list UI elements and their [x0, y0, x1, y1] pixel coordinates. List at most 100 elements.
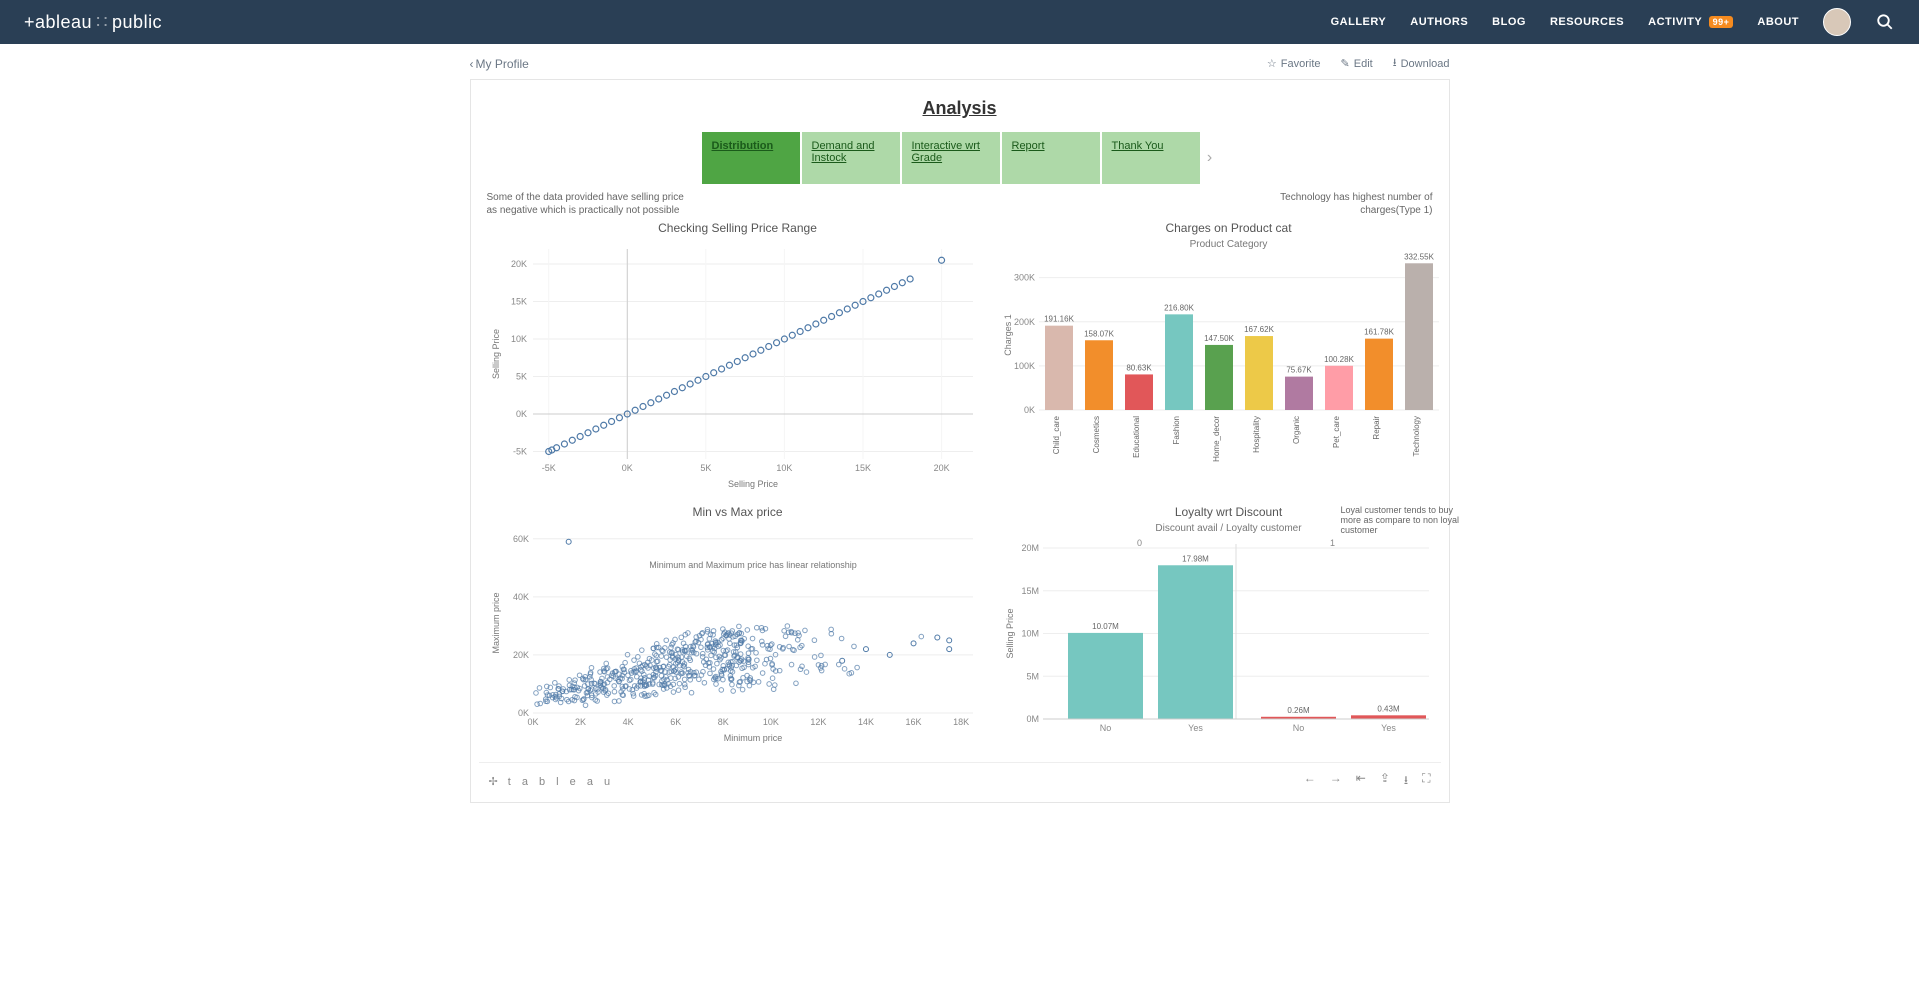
- nav-gallery[interactable]: GALLERY: [1331, 16, 1387, 28]
- story-tabs: DistributionDemand and InstockInteractiv…: [479, 131, 1441, 185]
- back-to-profile[interactable]: ‹ My Profile: [470, 57, 529, 71]
- note-right: Technology has highest number of charges…: [1233, 191, 1433, 217]
- svg-text:Home_decor: Home_decor: [1212, 416, 1221, 462]
- story-tab[interactable]: Demand and Instock: [801, 131, 901, 185]
- logo-left: +ableau: [24, 12, 92, 33]
- nav-activity[interactable]: ACTIVITY 99+: [1648, 16, 1733, 28]
- svg-text:5M: 5M: [1026, 671, 1039, 681]
- svg-text:158.07K: 158.07K: [1084, 329, 1114, 338]
- svg-text:75.67K: 75.67K: [1286, 366, 1312, 375]
- redo-icon[interactable]: →: [1330, 771, 1342, 792]
- svg-text:No: No: [1292, 723, 1304, 733]
- svg-text:Yes: Yes: [1381, 723, 1396, 733]
- story-tab[interactable]: Distribution: [701, 131, 801, 185]
- svg-text:100K: 100K: [1013, 361, 1034, 371]
- svg-text:Minimum price: Minimum price: [723, 733, 782, 743]
- svg-text:Educational: Educational: [1132, 416, 1141, 458]
- chart-min-vs-max[interactable]: Min vs Max price 0K20K40K60K0K2K4K6K8K10…: [483, 505, 993, 754]
- svg-text:332.55K: 332.55K: [1404, 252, 1434, 261]
- svg-text:1: 1: [1329, 538, 1334, 548]
- svg-text:-5K: -5K: [541, 463, 555, 473]
- svg-text:15K: 15K: [854, 463, 870, 473]
- svg-text:-5K: -5K: [512, 447, 526, 457]
- download-icon: ⭳: [1393, 54, 1397, 73]
- svg-text:10K: 10K: [510, 334, 526, 344]
- svg-text:2K: 2K: [575, 717, 586, 727]
- svg-text:Yes: Yes: [1188, 723, 1203, 733]
- svg-text:15M: 15M: [1021, 586, 1039, 596]
- svg-text:Organic: Organic: [1292, 416, 1301, 444]
- logo-right: public: [112, 12, 162, 33]
- next-tab-chevron-icon[interactable]: ›: [1201, 149, 1219, 167]
- chart-charges-product-cat[interactable]: Charges on Product cat Product Category …: [999, 221, 1459, 499]
- svg-text:20M: 20M: [1021, 543, 1039, 553]
- svg-text:Selling Price: Selling Price: [727, 479, 777, 489]
- svg-text:0K: 0K: [1023, 405, 1034, 415]
- svg-text:Child_care: Child_care: [1052, 415, 1061, 454]
- svg-text:Charges 1: Charges 1: [1003, 314, 1013, 356]
- tableau-footer-logo[interactable]: ✢ t a b l e a u: [489, 775, 615, 788]
- tableau-public-logo[interactable]: +ableau ∷ public: [24, 12, 162, 33]
- svg-text:191.16K: 191.16K: [1044, 315, 1074, 324]
- svg-text:Cosmetics: Cosmetics: [1092, 416, 1101, 453]
- svg-text:Selling Price: Selling Price: [1005, 608, 1015, 658]
- svg-text:0K: 0K: [621, 463, 632, 473]
- svg-text:161.78K: 161.78K: [1364, 328, 1394, 337]
- search-icon[interactable]: [1875, 12, 1895, 32]
- svg-text:0K: 0K: [515, 409, 526, 419]
- pencil-icon: ✎: [1341, 57, 1350, 70]
- nav-resources[interactable]: RESOURCES: [1550, 16, 1624, 28]
- svg-text:Selling Price: Selling Price: [491, 329, 501, 379]
- svg-text:Fashion: Fashion: [1172, 416, 1181, 444]
- svg-text:147.50K: 147.50K: [1204, 334, 1234, 343]
- svg-text:18K: 18K: [953, 717, 969, 727]
- user-avatar[interactable]: [1823, 8, 1851, 36]
- svg-text:20K: 20K: [512, 650, 528, 660]
- svg-text:100.28K: 100.28K: [1324, 355, 1354, 364]
- favorite-button[interactable]: ☆ Favorite: [1267, 54, 1321, 73]
- fullscreen-icon[interactable]: ⛶: [1422, 771, 1430, 792]
- viz-footer: ✢ t a b l e a u ← → ⇤ ⇪ ⭳ ⛶: [479, 762, 1441, 796]
- viz-title: Analysis: [479, 98, 1441, 119]
- share-icon[interactable]: ⇪: [1380, 771, 1390, 792]
- svg-text:5K: 5K: [515, 372, 526, 382]
- svg-text:Pet_care: Pet_care: [1332, 415, 1341, 448]
- svg-text:12K: 12K: [810, 717, 826, 727]
- top-nav-links: GALLERY AUTHORS BLOG RESOURCES ACTIVITY …: [1331, 8, 1895, 36]
- viz-frame: Analysis DistributionDemand and InstockI…: [470, 79, 1450, 803]
- svg-text:0M: 0M: [1026, 714, 1039, 724]
- download-footer-icon[interactable]: ⭳: [1404, 771, 1408, 792]
- reset-icon[interactable]: ⇤: [1356, 771, 1366, 792]
- star-icon: ☆: [1267, 57, 1277, 70]
- edit-button[interactable]: ✎ Edit: [1341, 54, 1373, 73]
- activity-badge: 99+: [1709, 16, 1734, 28]
- svg-text:14K: 14K: [857, 717, 873, 727]
- svg-text:40K: 40K: [512, 592, 528, 602]
- chart-loyalty-discount[interactable]: Loyal customer tends to buy more as comp…: [999, 505, 1459, 754]
- svg-text:80.63K: 80.63K: [1126, 363, 1152, 372]
- svg-text:4K: 4K: [622, 717, 633, 727]
- story-tab[interactable]: Interactive wrt Grade: [901, 131, 1001, 185]
- note-left: Some of the data provided have selling p…: [487, 191, 687, 217]
- svg-text:Maximum price: Maximum price: [491, 592, 501, 653]
- download-button[interactable]: ⭳ Download: [1393, 54, 1450, 73]
- story-tab[interactable]: Report: [1001, 131, 1101, 185]
- svg-text:15K: 15K: [510, 297, 526, 307]
- note-loyalty: Loyal customer tends to buy more as comp…: [1341, 505, 1461, 535]
- svg-text:10M: 10M: [1021, 629, 1039, 639]
- svg-text:6K: 6K: [670, 717, 681, 727]
- nav-authors[interactable]: AUTHORS: [1410, 16, 1468, 28]
- svg-text:Hospitality: Hospitality: [1252, 416, 1261, 453]
- svg-text:Minimum and Maximum price has: Minimum and Maximum price has linear rel…: [649, 560, 857, 570]
- chart-selling-price-range[interactable]: Checking Selling Price Range -5K0K5K10K1…: [483, 221, 993, 499]
- nav-blog[interactable]: BLOG: [1492, 16, 1526, 28]
- story-tab[interactable]: Thank You: [1101, 131, 1201, 185]
- tableau-mark-icon: ✢: [489, 775, 502, 788]
- nav-about[interactable]: ABOUT: [1757, 16, 1799, 28]
- svg-text:216.80K: 216.80K: [1164, 303, 1194, 312]
- svg-text:10K: 10K: [762, 717, 778, 727]
- chevron-left-icon: ‹: [470, 57, 474, 71]
- undo-icon[interactable]: ←: [1304, 771, 1316, 792]
- svg-text:167.62K: 167.62K: [1244, 325, 1274, 334]
- svg-text:8K: 8K: [717, 717, 728, 727]
